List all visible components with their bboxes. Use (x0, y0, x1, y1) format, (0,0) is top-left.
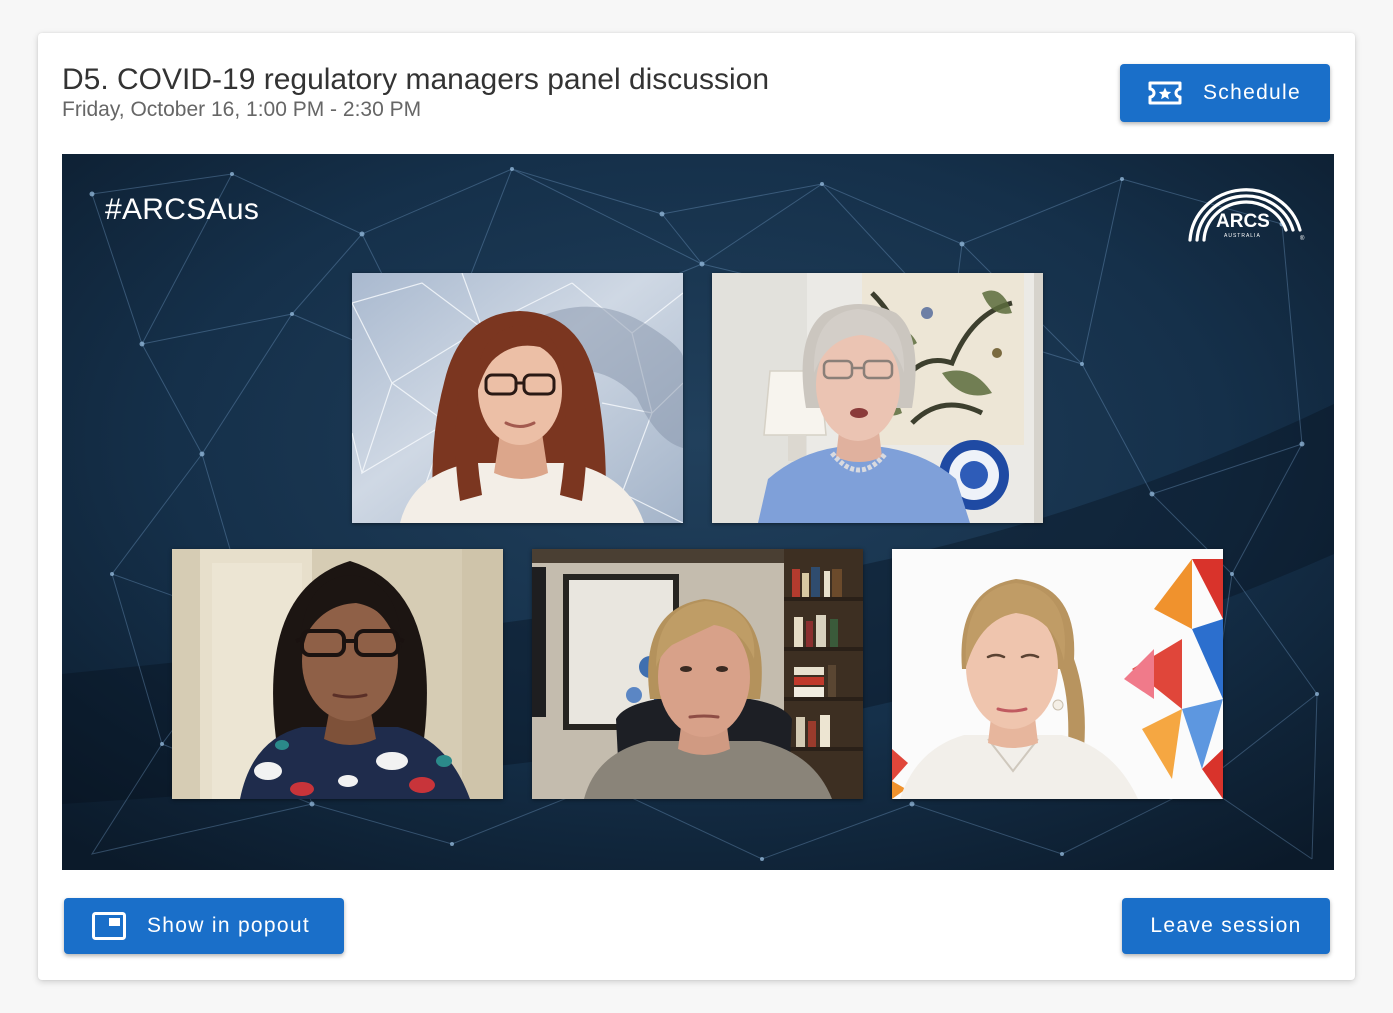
arcs-logo: ARCS AUSTRALIA ® (1188, 188, 1305, 242)
participant-tile-1 (352, 273, 683, 523)
session-datetime: Friday, October 16, 1:00 PM - 2:30 PM (62, 98, 422, 121)
ticket-icon (1148, 81, 1182, 105)
participant-tile-2 (712, 273, 1043, 523)
logo-tagline: AUSTRALIA (1224, 233, 1261, 239)
leave-session-button[interactable]: Leave session (1122, 898, 1330, 954)
participant-tile-3 (172, 549, 503, 799)
leave-session-label: Leave session (1150, 914, 1302, 937)
participant-tile-5 (892, 549, 1223, 799)
participant-tile-4 (532, 549, 863, 799)
session-card: D5. COVID-19 regulatory managers panel d… (38, 33, 1355, 980)
schedule-label: Schedule (1203, 81, 1301, 104)
session-title: D5. COVID-19 regulatory managers panel d… (62, 63, 770, 96)
popout-label: Show in popout (147, 914, 310, 937)
participant-video (532, 549, 863, 799)
schedule-button[interactable]: Schedule (1120, 64, 1330, 122)
participant-video (892, 549, 1223, 799)
show-in-popout-button[interactable]: Show in popout (64, 898, 344, 954)
participant-video (352, 273, 683, 523)
logo-registered-mark: ® (1300, 235, 1305, 242)
participant-video (712, 273, 1043, 523)
video-stage: #ARCSAus ARCS AUSTRALIA ® (62, 154, 1334, 870)
hashtag-label: #ARCSAus (105, 193, 260, 226)
logo-wordmark: ARCS (1216, 211, 1270, 232)
participant-video (172, 549, 503, 799)
picture-in-picture-icon (92, 912, 126, 940)
